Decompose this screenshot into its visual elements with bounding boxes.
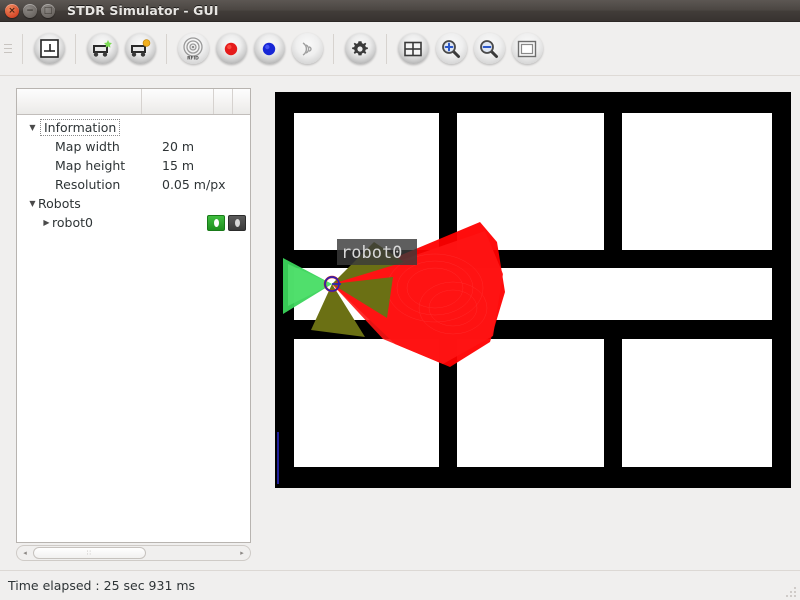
toolbar-separator <box>22 33 23 64</box>
grid-icon <box>397 33 429 64</box>
tree-key-label: Map width <box>55 139 120 154</box>
minimize-button[interactable]: − <box>23 3 37 18</box>
maximize-icon: □ <box>43 5 53 16</box>
svg-text:RFID: RFID <box>187 55 199 61</box>
close-button[interactable]: × <box>5 3 19 18</box>
add-rfid-button[interactable]: RFID <box>176 32 210 66</box>
toolbar-separator <box>386 33 387 64</box>
tree-value-label: 20 m <box>162 139 195 154</box>
sound-source-icon <box>253 33 285 64</box>
zoom-out-icon <box>473 33 505 64</box>
status-bar: Time elapsed : 25 sec 931 ms <box>0 570 800 600</box>
properties-button[interactable] <box>343 32 377 66</box>
main-window: × − □ STDR Simulator - GUI RFID ▼ Inform… <box>0 0 800 600</box>
fit-window-icon <box>511 33 543 64</box>
tree-row-map-height[interactable]: Map height 15 m <box>17 156 250 175</box>
tree-node-label: Information <box>40 119 121 136</box>
tree-value-label: 0.05 m/px <box>162 177 226 192</box>
properties-tree-panel: ▼ Information Map width 20 m Map height … <box>16 88 251 543</box>
tree-row-map-width[interactable]: Map width 20 m <box>17 137 250 156</box>
toolbar-separator <box>166 33 167 64</box>
map-svg: robot0 <box>275 92 791 488</box>
zoom-in-button[interactable] <box>434 32 468 66</box>
load-map-button[interactable] <box>32 32 66 66</box>
tree-value-label: 15 m <box>162 158 195 173</box>
toolbar-separator <box>333 33 334 64</box>
tree-key-label: Map height <box>55 158 126 173</box>
adjust-view-button[interactable] <box>510 32 544 66</box>
time-elapsed-label: Time elapsed : 25 sec 931 ms <box>8 578 196 593</box>
toolbar-separator <box>75 33 76 64</box>
tree-node-label: robot0 <box>52 215 93 230</box>
window-title: STDR Simulator - GUI <box>67 3 219 18</box>
add-thermal-button[interactable] <box>290 32 324 66</box>
scroll-right-arrow-icon[interactable]: ▸ <box>234 546 250 560</box>
thermal-source-icon <box>291 33 323 64</box>
add-robot-button[interactable] <box>85 32 119 66</box>
toolbar: RFID <box>0 22 800 76</box>
toolbar-drag-handle[interactable] <box>3 36 13 62</box>
tree-row-resolution[interactable]: Resolution 0.05 m/px <box>17 175 250 194</box>
map-visualization-canvas[interactable]: robot0 <box>275 92 791 488</box>
scroll-left-arrow-icon[interactable]: ◂ <box>17 546 33 560</box>
expander-triangle-icon[interactable]: ▶ <box>41 213 52 232</box>
map-icon <box>33 33 65 64</box>
co2-source-icon <box>215 33 247 64</box>
window-controls: × − □ <box>5 3 55 18</box>
scrollbar-track[interactable]: ∶∶ <box>33 546 234 560</box>
maximize-button[interactable]: □ <box>41 3 55 18</box>
rfid-icon: RFID <box>177 33 209 64</box>
zoom-out-button[interactable] <box>472 32 506 66</box>
scrollbar-handle[interactable]: ∶∶ <box>33 547 146 559</box>
load-robot-button[interactable] <box>123 32 157 66</box>
tree-node-robot0[interactable]: ▶ robot0 <box>17 213 250 232</box>
tree-key-label: Resolution <box>55 177 121 192</box>
title-bar: × − □ STDR Simulator - GUI <box>0 0 800 22</box>
visibility-off-icon[interactable] <box>228 215 246 231</box>
tree-header <box>17 89 250 115</box>
tree-node-robots[interactable]: ▼ Robots <box>17 194 250 213</box>
robot-label-text: robot0 <box>341 243 402 263</box>
minimize-icon: − <box>26 5 34 16</box>
gear-icon <box>344 33 376 64</box>
resize-grip-icon[interactable] <box>784 584 798 598</box>
zoom-in-icon <box>435 33 467 64</box>
visibility-on-icon[interactable] <box>207 215 225 231</box>
tree-header-col-2[interactable] <box>214 89 233 114</box>
tree-header-col-1[interactable] <box>142 89 214 114</box>
expander-triangle-icon[interactable]: ▼ <box>27 118 38 137</box>
grid-button[interactable] <box>396 32 430 66</box>
scrollbar-grip-icon: ∶∶ <box>86 549 93 557</box>
add-co2-button[interactable] <box>214 32 248 66</box>
tree-body: ▼ Information Map width 20 m Map height … <box>17 115 250 232</box>
tree-horizontal-scrollbar[interactable]: ◂ ∶∶ ▸ <box>16 545 251 561</box>
add-robot-icon <box>86 33 118 64</box>
load-robot-icon <box>124 33 156 64</box>
tree-node-icons <box>207 215 246 231</box>
tree-node-label: Robots <box>38 196 81 211</box>
add-sound-button[interactable] <box>252 32 286 66</box>
tree-header-col-0[interactable] <box>17 89 142 114</box>
close-icon: × <box>8 5 16 16</box>
tree-header-col-3[interactable] <box>233 89 250 114</box>
robot-label: robot0 <box>337 239 417 265</box>
expander-triangle-icon[interactable]: ▼ <box>27 194 38 213</box>
tree-node-information[interactable]: ▼ Information <box>17 118 250 137</box>
